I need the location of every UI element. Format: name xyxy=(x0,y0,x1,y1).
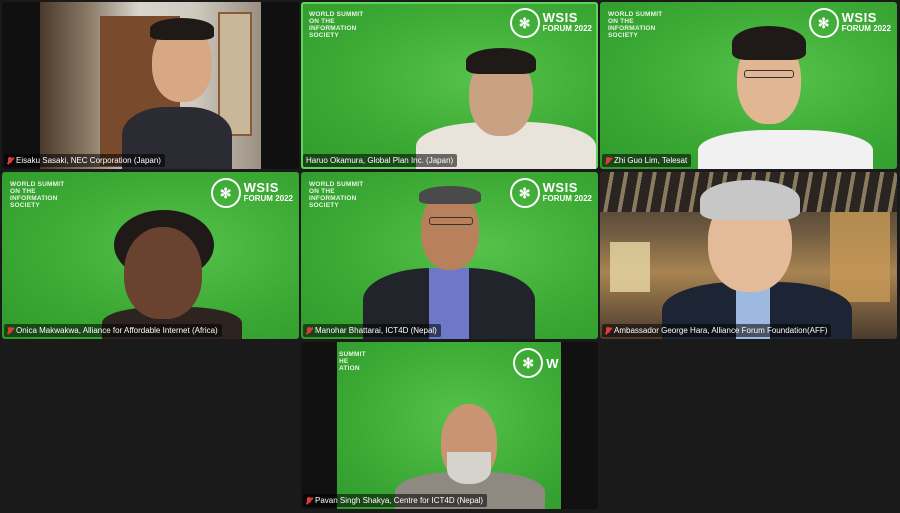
wsis-emblem-icon: ✻ xyxy=(513,348,544,378)
wsis-emblem-icon: ✻ xyxy=(509,8,540,38)
mic-muted-icon xyxy=(306,326,312,335)
wsis-emblem-icon: ✻ xyxy=(509,178,540,208)
mic-muted-icon xyxy=(306,496,312,505)
station-light xyxy=(610,242,650,292)
station-arch xyxy=(830,212,890,302)
person-hair xyxy=(466,48,536,74)
participant-name-label: Onica Makwakwa, Alliance for Affordable … xyxy=(4,324,222,337)
wsis-logo: ✻ WSIS FORUM 2022 xyxy=(808,8,891,38)
video-feed: SUMMIT HE ATION ✻ W xyxy=(337,342,561,509)
participant-name-label: Manohar Bhattarai, ICT4D (Nepal) xyxy=(303,324,441,337)
participant-name-label: Ambassador George Hara, Alliance Forum F… xyxy=(602,324,832,337)
wsis-logo: ✻ WSIS FORUM 2022 xyxy=(509,178,592,208)
person-hair xyxy=(700,180,800,220)
mic-muted-icon xyxy=(7,156,13,165)
summit-text: WORLD SUMMIT ON THE INFORMATION SOCIETY xyxy=(309,181,364,209)
wsis-emblem-icon: ✻ xyxy=(808,8,839,38)
participant-name-label: Pavan Singh Shakya, Centre for ICT4D (Ne… xyxy=(303,494,488,507)
summit-text: SUMMIT HE ATION xyxy=(339,351,366,372)
person-hair xyxy=(150,18,214,40)
mic-muted-icon xyxy=(605,156,611,165)
wsis-logo: ✻ WSIS FORUM 2022 xyxy=(210,178,293,208)
person-body xyxy=(698,130,873,169)
video-letterbox xyxy=(2,2,40,169)
summit-text: WORLD SUMMIT ON THE INFORMATION SOCIETY xyxy=(608,11,663,39)
summit-text: WORLD SUMMIT ON THE INFORMATION SOCIETY xyxy=(309,11,364,39)
participant-tile[interactable]: WORLD SUMMIT ON THE INFORMATION SOCIETY … xyxy=(2,172,299,339)
person-hair xyxy=(419,186,481,204)
participant-tile[interactable]: WORLD SUMMIT ON THE INFORMATION SOCIETY … xyxy=(301,2,598,169)
participant-name-label: Haruo Okamura, Global Plan Inc. (Japan) xyxy=(303,154,458,167)
glasses xyxy=(429,217,473,225)
video-grid: { "meeting": { "participants": [ { "name… xyxy=(0,0,900,513)
participant-tile[interactable]: Eisaku Sasaki, NEC Corporation (Japan) xyxy=(2,2,299,169)
participant-name-label: Zhi Guo Lim, Telesat xyxy=(602,154,692,167)
mic-muted-icon xyxy=(7,326,13,335)
participant-name-label: Eisaku Sasaki, NEC Corporation (Japan) xyxy=(4,154,165,167)
summit-text: WORLD SUMMIT ON THE INFORMATION SOCIETY xyxy=(10,181,65,209)
video-letterbox xyxy=(261,2,299,169)
video-feed xyxy=(40,2,261,169)
beard xyxy=(447,452,491,484)
glasses xyxy=(744,70,794,78)
participant-tile[interactable]: SUMMIT HE ATION ✻ W Pavan Singh Shakya, … xyxy=(301,342,598,509)
participant-tile[interactable]: Ambassador George Hara, Alliance Forum F… xyxy=(600,172,897,339)
wsis-logo: ✻ WSIS FORUM 2022 xyxy=(509,8,592,38)
wsis-emblem-icon: ✻ xyxy=(210,178,241,208)
mic-muted-icon xyxy=(605,326,611,335)
person-hair xyxy=(732,26,806,60)
participant-tile[interactable]: WORLD SUMMIT ON THE INFORMATION SOCIETY … xyxy=(600,2,897,169)
participant-tile[interactable]: WORLD SUMMIT ON THE INFORMATION SOCIETY … xyxy=(301,172,598,339)
person-head xyxy=(124,227,202,319)
wsis-logo: ✻ W xyxy=(513,348,559,378)
